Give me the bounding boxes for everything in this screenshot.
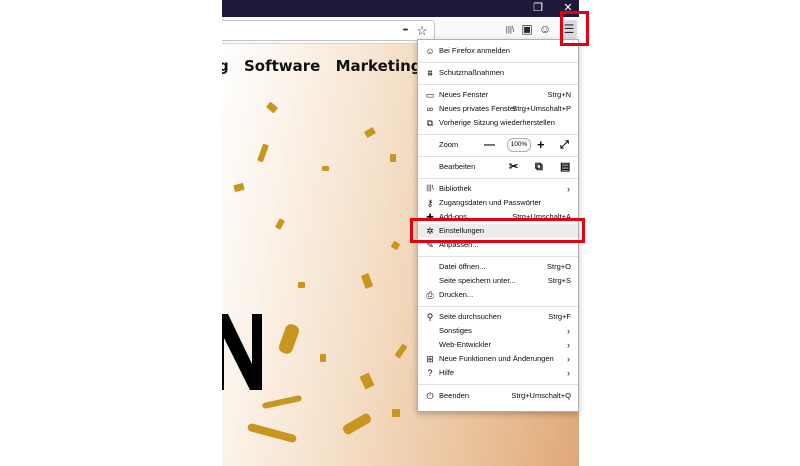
confetti-ribbon [277,322,301,356]
nav-item-marketing[interactable]: Marketing [336,57,422,75]
confetti-piece [394,343,408,359]
menu-item-protection[interactable]: ⩩ Schutzmaßnahmen [418,66,578,80]
confetti-piece [265,101,279,114]
confetti-piece [320,354,326,362]
zoom-out-button[interactable]: — [484,138,495,152]
menu-separator [418,306,578,307]
menu-item-web-developer[interactable]: Web-Entwickler › [418,338,578,352]
gift-icon: ⊞ [426,354,434,364]
library-icon[interactable]: |||\ [503,20,517,39]
chevron-right-icon: › [567,340,570,350]
menu-item-help[interactable]: ? Hilfe › [418,366,578,380]
fullscreen-icon[interactable]: ⤢ [560,138,569,152]
copy-icon[interactable]: ⧉ [535,160,543,174]
maximize-icon[interactable]: ❐ [527,0,549,17]
confetti-piece [360,273,374,289]
confetti-piece [359,372,375,390]
cut-icon[interactable]: ✂ [509,160,518,174]
menu-separator [418,84,578,85]
title-bar: ❐ ✕ [222,0,579,17]
confetti-ribbon [246,422,298,444]
power-icon: ⏻ [426,391,434,401]
confetti-piece [298,282,305,288]
confetti-piece [257,143,269,163]
menu-separator [418,156,578,157]
menu-separator [418,134,578,135]
menu-item-restore-session[interactable]: ⧉ Vorherige Sitzung wiederherstellen [418,116,578,130]
bookmark-star-icon[interactable]: ☆ [415,21,429,40]
menu-item-quit[interactable]: ⏻ Beenden Strg+Umschalt+Q [418,389,578,403]
confetti-piece [390,154,396,162]
library-icon: |||\ [426,185,434,192]
restore-icon: ⧉ [426,118,434,128]
confetti-piece [322,166,329,171]
menu-item-whats-new[interactable]: ⊞ Neue Funktionen und Änderungen › [418,352,578,366]
chart-icon: ⩩ [427,68,433,78]
chevron-right-icon: › [567,368,570,378]
menu-row-zoom: Zoom — 100% + ⤢ [439,137,569,152]
confetti-piece [390,240,401,251]
menu-separator [418,384,578,385]
menu-item-new-private-window[interactable]: ∞ Neues privates Fenster Strg+Umschalt+P [418,102,578,116]
chevron-right-icon: › [567,184,570,194]
confetti-ribbon [341,412,373,436]
chevron-right-icon: › [567,326,570,336]
confetti-piece [363,126,377,139]
zoom-reset-button[interactable]: 100% [507,138,531,152]
highlight-settings-item [410,218,585,243]
paste-icon[interactable]: ▤ [560,160,570,174]
search-icon: ⚲ [426,312,434,322]
zoom-in-button[interactable]: + [537,138,545,152]
site-navigation: g Software Marketing [222,57,432,75]
menu-item-sign-in[interactable]: ☺ Bei Firefox anmelden [418,44,578,58]
confetti-piece [392,409,400,417]
key-icon: ⚷ [426,198,434,208]
confetti-ribbon [261,394,303,410]
sidebar-icon[interactable]: ▣ [520,20,534,39]
url-bar[interactable]: ••• ☆ [222,20,435,41]
help-icon: ? [427,368,433,378]
menu-row-edit: Bearbeiten ✂ ⧉ ▤ [439,160,571,174]
confetti-piece [233,182,245,193]
menu-separator [418,62,578,63]
page-actions-icon[interactable]: ••• [398,21,412,40]
confetti-piece [274,218,286,230]
printer-icon: ⎙ [426,290,434,300]
highlight-menu-button [560,11,589,46]
account-icon[interactable]: ☺ [538,20,552,39]
menu-item-new-window[interactable]: ▭ Neues Fenster Strg+N [418,88,578,102]
chevron-right-icon: › [567,354,570,364]
nav-item-partial[interactable]: g [222,57,229,75]
menu-item-logins[interactable]: ⚷ Zugangsdaten und Passwörter [418,196,578,210]
menu-separator [418,256,578,257]
menu-item-library[interactable]: |||\ Bibliothek › [418,182,578,196]
menu-item-more[interactable]: Sonstiges › [418,324,578,338]
menu-item-open-file[interactable]: Datei öffnen... Strg+O [418,260,578,274]
hero-letter-graphic [222,314,262,390]
menu-separator [418,178,578,179]
mask-icon: ∞ [426,104,434,114]
menu-item-find[interactable]: ⚲ Seite durchsuchen Strg+F [418,310,578,324]
account-icon: ☺ [425,46,435,56]
nav-item-software[interactable]: Software [244,57,320,75]
menu-item-print[interactable]: ⎙ Drucken... [418,288,578,302]
menu-item-save-page[interactable]: Seite speichern unter... Strg+S [418,274,578,288]
window-icon: ▭ [425,90,435,100]
